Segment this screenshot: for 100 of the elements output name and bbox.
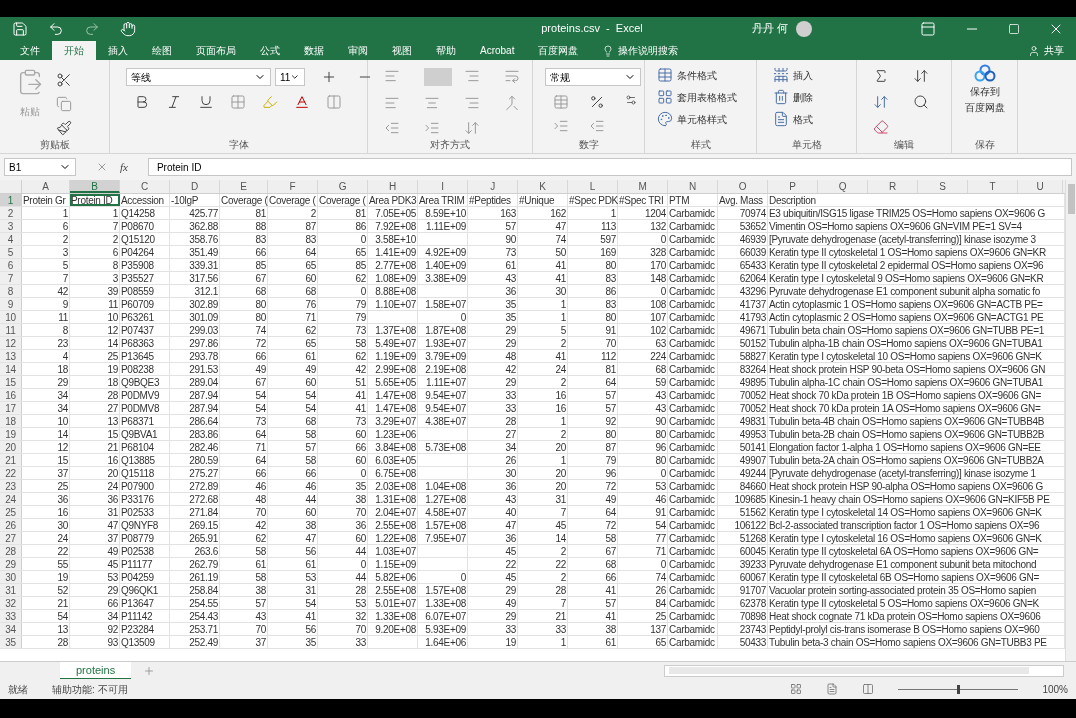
avatar-icon[interactable]: [796, 20, 813, 37]
format-painter-icon[interactable]: [56, 120, 72, 136]
row-number[interactable]: 12: [0, 337, 22, 349]
column-header[interactable]: H: [368, 180, 418, 193]
accessibility-status[interactable]: 辅助功能: 不可用: [52, 681, 128, 697]
font-color-icon[interactable]: [294, 94, 310, 110]
autosum-icon[interactable]: [873, 68, 889, 84]
save-icon[interactable]: [12, 20, 28, 37]
sort-filter-icon[interactable]: [913, 68, 929, 84]
row-number[interactable]: 27: [0, 532, 22, 544]
increase-indent-icon[interactable]: [424, 120, 440, 136]
sheet-tab[interactable]: proteins: [60, 661, 132, 680]
ribbon-tab[interactable]: 文件: [8, 41, 52, 60]
row-number[interactable]: 4: [0, 233, 22, 245]
row-number[interactable]: 20: [0, 441, 22, 453]
row-number[interactable]: 5: [0, 246, 22, 258]
column-header[interactable]: N: [668, 180, 718, 193]
row-number[interactable]: 26: [0, 519, 22, 531]
copy-icon[interactable]: [56, 96, 72, 112]
ribbon-tab[interactable]: 绘图: [140, 41, 184, 60]
align-right-icon[interactable]: [464, 95, 480, 111]
table-style-icon[interactable]: [657, 89, 673, 105]
normal-view-icon[interactable]: [790, 683, 803, 695]
redo-icon[interactable]: [84, 20, 100, 37]
column-header[interactable]: K: [518, 180, 568, 193]
row-number[interactable]: 33: [0, 610, 22, 622]
row-number[interactable]: 24: [0, 493, 22, 505]
bottom-align-icon[interactable]: [464, 68, 480, 84]
search-icon[interactable]: [913, 93, 929, 110]
table-style-icon[interactable]: [657, 111, 673, 127]
row-number[interactable]: 10: [0, 311, 22, 323]
row-number[interactable]: 19: [0, 428, 22, 440]
row-number[interactable]: 9: [0, 298, 22, 310]
column-header[interactable]: S: [918, 180, 968, 193]
vertical-scrollbar[interactable]: [1065, 180, 1076, 661]
ribbon-display-icon[interactable]: [920, 20, 936, 37]
table-cell-icon[interactable]: [773, 67, 789, 83]
column-header[interactable]: L: [568, 180, 618, 193]
row-number[interactable]: 30: [0, 571, 22, 583]
cells-menu-button[interactable]: 插入: [773, 64, 813, 86]
clear-icon[interactable]: [873, 119, 889, 136]
name-box[interactable]: B1: [4, 158, 76, 176]
ribbon-tab[interactable]: 百度网盘: [526, 41, 591, 60]
row-number[interactable]: 23: [0, 480, 22, 492]
column-header[interactable]: D: [170, 180, 220, 193]
styles-menu-button[interactable]: 套用表格格式: [657, 86, 737, 108]
row-number[interactable]: 2: [0, 207, 22, 219]
row-number[interactable]: 29: [0, 558, 22, 570]
formula-field[interactable]: Protein ID: [147, 158, 1072, 176]
row-number[interactable]: 34: [0, 623, 22, 635]
italic-icon[interactable]: [166, 94, 182, 110]
row-number[interactable]: 6: [0, 259, 22, 271]
column-header[interactable]: T: [968, 180, 1018, 193]
row-number[interactable]: 17: [0, 402, 22, 414]
row-number[interactable]: 21: [0, 454, 22, 466]
table-cell-icon[interactable]: [773, 89, 789, 105]
cells-menu-button[interactable]: 格式: [773, 108, 813, 130]
horizontal-scrollbar[interactable]: [664, 664, 1064, 677]
increase-font-icon[interactable]: [321, 69, 337, 85]
column-header[interactable]: E: [220, 180, 268, 193]
column-header[interactable]: C: [120, 180, 170, 193]
undo-icon[interactable]: [48, 20, 64, 37]
row-number[interactable]: 31: [0, 584, 22, 596]
row-number[interactable]: 16: [0, 389, 22, 401]
table-style-icon[interactable]: [657, 67, 673, 83]
row-number[interactable]: 28: [0, 545, 22, 557]
row-number[interactable]: 22: [0, 467, 22, 479]
add-sheet-icon[interactable]: [143, 664, 156, 677]
row-number[interactable]: 18: [0, 415, 22, 427]
cancel-icon[interactable]: [96, 161, 108, 173]
ribbon-tab[interactable]: 视图: [380, 41, 424, 60]
zoom-level[interactable]: 100%: [1042, 681, 1068, 697]
column-header[interactable]: Q: [818, 180, 868, 193]
ribbon-tab[interactable]: 开始: [52, 41, 96, 60]
borders-icon[interactable]: [230, 94, 246, 110]
styles-menu-button[interactable]: 单元格样式: [657, 108, 737, 130]
cells-menu-button[interactable]: 删除: [773, 86, 813, 108]
ribbon-tab[interactable]: 插入: [96, 41, 140, 60]
insert-function-button[interactable]: fx: [120, 158, 128, 176]
column-header[interactable]: U: [1018, 180, 1063, 193]
merge-icon[interactable]: [504, 95, 520, 111]
column-header[interactable]: I: [418, 180, 468, 193]
wrap-text-icon[interactable]: [504, 68, 520, 84]
decrease-indent-icon[interactable]: [384, 120, 400, 136]
bold-icon[interactable]: [134, 94, 150, 110]
ribbon-tab[interactable]: 审阅: [336, 41, 380, 60]
tell-me-search[interactable]: 操作说明搜索: [590, 41, 691, 60]
column-header[interactable]: R: [868, 180, 918, 193]
column-header[interactable]: P: [768, 180, 818, 193]
ribbon-tab[interactable]: 页面布局: [184, 41, 248, 60]
number-format-field[interactable]: 常规: [545, 68, 641, 86]
page-break-icon[interactable]: [862, 683, 875, 695]
underline-icon[interactable]: [198, 94, 214, 110]
percent-icon[interactable]: [589, 94, 605, 110]
row-number[interactable]: 35: [0, 636, 22, 648]
ribbon-tab[interactable]: 数据: [292, 41, 336, 60]
row-number[interactable]: 15: [0, 376, 22, 388]
fill-icon[interactable]: [873, 93, 889, 110]
fill-color-icon[interactable]: [262, 94, 278, 110]
column-header[interactable]: G: [318, 180, 368, 193]
